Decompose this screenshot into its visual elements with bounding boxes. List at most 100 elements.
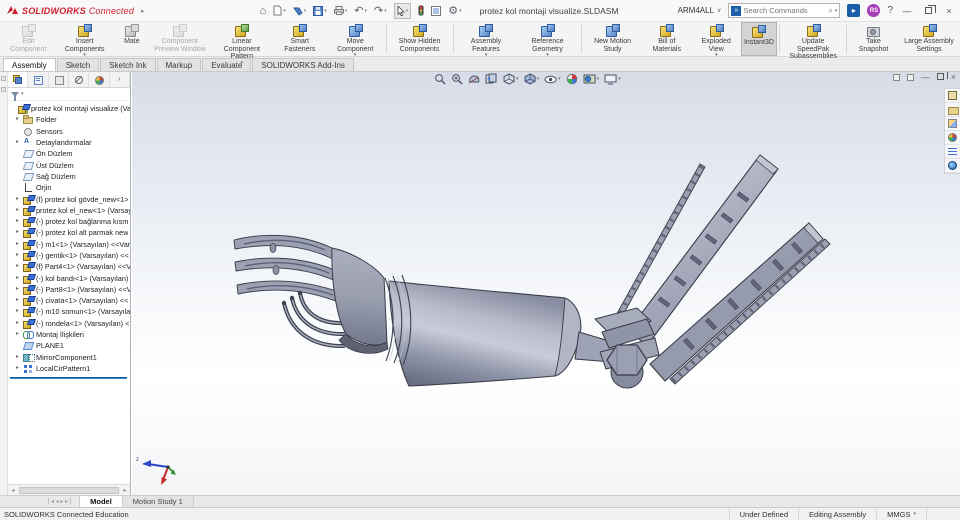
rollback-bar[interactable] <box>10 377 127 380</box>
filter-funnel-icon[interactable] <box>11 91 19 101</box>
expand-arrow-icon[interactable] <box>16 320 23 327</box>
tree-item[interactable]: MirrorComponent1 <box>8 352 130 363</box>
view-orientation-icon[interactable]: ▾ <box>503 73 519 85</box>
take-snapshot-button[interactable]: Take Snapshot <box>849 22 898 56</box>
tree-item[interactable]: PLANE1 <box>8 340 130 351</box>
tree-item[interactable]: (f) protez kol gövde_new<1> <box>8 193 130 205</box>
brand-expander-icon[interactable]: ▸ <box>141 7 145 15</box>
file-explorer-icon[interactable] <box>945 117 960 131</box>
new-motion-study-button[interactable]: New Motion Study <box>583 22 641 56</box>
zoom-to-area-icon[interactable] <box>451 73 463 85</box>
exploded-view-button[interactable]: Exploded View <box>692 22 741 56</box>
tree-item[interactable]: (-) protez kol bağlanma kısm <box>8 216 130 228</box>
linear-component-pattern-button[interactable]: Linear Component Pattern <box>211 22 273 60</box>
large-assembly-settings-button[interactable]: Large Assembly Settings <box>898 22 960 56</box>
doc-cascade-icon[interactable] <box>906 73 914 81</box>
expand-arrow-icon[interactable] <box>16 207 23 214</box>
tree-item[interactable]: protez kol el_new<1> (Varsay <box>8 205 130 216</box>
tree-item[interactable]: (-) rondela<1> (Varsayılan) < <box>8 318 130 329</box>
tree-filter-row[interactable]: ▾ <box>8 88 130 101</box>
status-units-selector[interactable]: MMGS ▾ <box>876 508 926 520</box>
smart-fasteners-button[interactable]: Smart Fasteners <box>273 22 327 56</box>
scroll-right-icon[interactable]: ▸ <box>120 487 130 494</box>
bill-of-materials-button[interactable]: Bill of Materials <box>642 22 692 56</box>
tab-nav-buttons[interactable]: ❘◂ ◂ ▸ ▸❘ <box>0 496 79 507</box>
expand-arrow-icon[interactable] <box>16 331 23 338</box>
apply-scene-icon[interactable]: ▾ <box>583 73 599 85</box>
expand-arrow-icon[interactable] <box>16 229 23 236</box>
design-library-icon[interactable] <box>945 103 960 117</box>
minimize-button[interactable]: — <box>900 6 914 16</box>
doc-restore-icon[interactable] <box>892 73 900 81</box>
tree-item[interactable]: (f) Part4<1> (Varsayılan) <<V <box>8 261 130 273</box>
tree-item[interactable]: (-) m1<1> (Varsayılan) <<Var <box>8 239 130 250</box>
tab-model[interactable]: Model <box>79 496 123 507</box>
appearances-scenes-icon[interactable] <box>945 131 960 145</box>
tree-item[interactable]: Sensors <box>8 126 130 137</box>
tree-item[interactable]: Üst Düzlem <box>8 159 130 170</box>
tab-propertymanager[interactable] <box>28 72 49 87</box>
tree-item[interactable]: LocalCirPattern1 <box>8 363 130 374</box>
expand-arrow-icon[interactable] <box>16 286 23 293</box>
command-console-button[interactable]: ▸ <box>847 4 861 17</box>
tree-item[interactable]: (-) protez kol alt parmak new <box>8 227 130 239</box>
tab-configurationmanager[interactable] <box>49 72 69 87</box>
tree-item[interactable]: (-) kol bandı<1> (Varsayılan) <box>8 272 130 284</box>
tab-motion-study-1[interactable]: Motion Study 1 <box>122 496 194 507</box>
expand-arrow-icon[interactable] <box>16 297 23 304</box>
scrollbar-thumb[interactable] <box>19 486 119 494</box>
reference-geometry-button[interactable]: Reference Geometry <box>517 22 579 56</box>
expand-arrow-icon[interactable] <box>16 308 23 315</box>
search-caret-icon[interactable]: ▾ <box>835 8 838 14</box>
custom-properties-icon[interactable] <box>945 145 960 159</box>
tree-horizontal-scrollbar[interactable]: ◂ ▸ <box>8 484 130 495</box>
expand-arrow-icon[interactable] <box>16 196 23 203</box>
doc-close-icon[interactable]: × <box>951 72 956 82</box>
print-icon[interactable]: ▾ <box>333 6 347 16</box>
tab-displaymanager[interactable] <box>89 72 110 87</box>
solidworks-resources-icon[interactable] <box>945 89 960 103</box>
search-input[interactable] <box>743 6 827 15</box>
open-icon[interactable]: ▾ <box>292 6 306 16</box>
expand-arrow-icon[interactable] <box>16 354 23 361</box>
move-component-button[interactable]: Move Component <box>327 22 384 56</box>
tabs-overflow-chevron[interactable]: › <box>110 72 130 87</box>
show-hidden-components-button[interactable]: Show Hidden Components <box>389 22 451 56</box>
expand-arrow-icon[interactable] <box>16 263 23 270</box>
options-gear-icon[interactable]: ⚙ ▾ <box>448 5 461 16</box>
expand-arrow-icon[interactable] <box>16 252 23 259</box>
tree-item[interactable]: Montaj İlişkileri <box>8 329 130 340</box>
tab-sketch[interactable]: Sketch <box>56 58 100 71</box>
expand-arrow-icon[interactable] <box>16 275 23 282</box>
undo-icon[interactable]: ↶ ▾ <box>354 5 367 16</box>
close-button[interactable]: × <box>942 6 956 16</box>
redo-icon[interactable]: ↷ ▾ <box>374 5 387 16</box>
tree-item[interactable]: Detaylandırmalar <box>8 137 130 148</box>
tree-item[interactable]: (-) m10 somun<1> (Varsayıla <box>8 306 130 318</box>
view-settings-icon[interactable]: ▾ <box>604 74 621 85</box>
hide-show-items-icon[interactable]: ▾ <box>544 74 561 85</box>
expand-arrow-icon[interactable] <box>16 241 23 248</box>
graphics-viewport[interactable]: ▾ ▾ ▾ ▾ ▾ — × z <box>132 72 960 495</box>
display-style-icon[interactable]: ▾ <box>524 73 539 85</box>
tab-assembly[interactable]: Assembly <box>3 58 56 71</box>
previous-view-icon[interactable] <box>485 73 498 85</box>
collapsed-toolbar-icon[interactable] <box>1 76 6 81</box>
expand-arrow-icon[interactable] <box>16 139 23 146</box>
tab-featuremanager[interactable] <box>8 72 29 87</box>
tree-item[interactable]: Orjin <box>8 182 130 193</box>
user-avatar[interactable]: RS <box>867 4 881 17</box>
zoom-to-fit-icon[interactable] <box>434 73 446 85</box>
expand-arrow-icon[interactable] <box>16 116 23 123</box>
3dexperience-icon[interactable] <box>945 159 960 173</box>
tree-item[interactable]: (-) Part8<1> (Varsayılan) <<V <box>8 284 130 295</box>
component-preview-window-button[interactable]: Component Preview Window <box>149 22 211 56</box>
mate-button[interactable]: Mate <box>115 22 149 56</box>
performance-evaluation-icon[interactable] <box>418 5 424 16</box>
doc-minimize-icon[interactable]: — <box>921 72 930 82</box>
search-icon[interactable]: ⌕ <box>828 6 832 16</box>
save-icon[interactable]: ▾ <box>313 5 327 16</box>
tree-item[interactable]: Ön Düzlem <box>8 148 130 159</box>
edit-appearance-icon[interactable] <box>566 73 578 85</box>
tree-item[interactable]: (-) gentik<1> (Varsayılan) << <box>8 250 130 261</box>
